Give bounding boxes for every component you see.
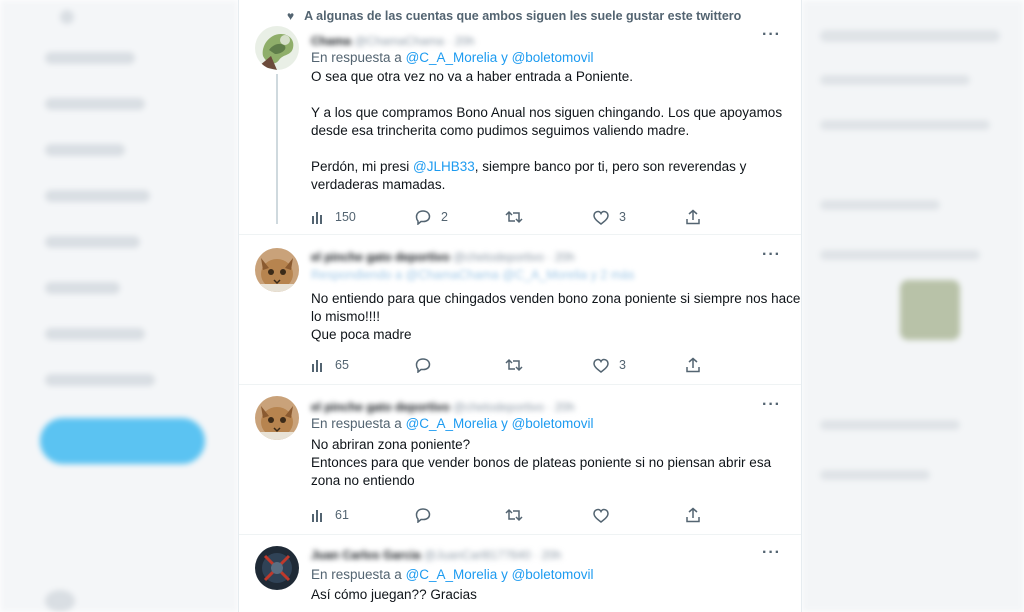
display-name[interactable]: Juan Carlos Garcia — [311, 548, 420, 562]
like-button[interactable]: 3 — [593, 208, 626, 226]
tweet-text: No abriran zona poniente? Entonces para … — [311, 436, 791, 490]
views-button[interactable]: 61 — [311, 506, 349, 524]
display-name[interactable]: el pinche gato deportivo — [311, 400, 450, 414]
reply-to-link[interactable]: @C_A_Morelia y @boletomovil — [406, 567, 594, 582]
more-icon[interactable]: ··· — [762, 396, 781, 414]
like-count: 3 — [619, 358, 626, 372]
tweet-text: Así cómo juegan?? Gracias — [311, 586, 791, 604]
like-icon — [593, 210, 609, 225]
like-button[interactable]: 3 — [593, 356, 626, 374]
tweet[interactable]: Chama @ChamaChama · 20h ··· En respuesta… — [239, 0, 801, 246]
retweet-icon — [505, 210, 523, 224]
mention-link[interactable]: @JLHB33 — [413, 159, 475, 174]
reply-count: 2 — [441, 210, 448, 224]
tweet-header[interactable]: el pinche gato deportivo @chetodeportivo… — [311, 400, 575, 414]
share-icon — [686, 209, 700, 225]
views-count: 150 — [335, 210, 356, 224]
text-fragment: Perdón, mi presi — [311, 159, 414, 174]
action-bar: 150 2 3 — [311, 208, 711, 226]
views-count: 61 — [335, 508, 349, 522]
views-icon — [312, 360, 322, 372]
tweet-line: No entiendo para que chingados venden bo… — [311, 291, 802, 324]
reply-button[interactable]: 2 — [415, 208, 448, 226]
reply-icon — [415, 358, 431, 373]
left-sidebar-blurred — [0, 0, 238, 612]
reply-line: Respondiendo a @ChamaChama @C_A_Morelia … — [311, 268, 635, 282]
handle[interactable]: @ChamaChama · 20h — [354, 34, 474, 48]
reply-prefix: En respuesta a — [311, 50, 402, 65]
views-count: 65 — [335, 358, 349, 372]
reply-button[interactable] — [415, 356, 441, 374]
tweet-text: No entiendo para que chingados venden bo… — [311, 290, 802, 344]
more-icon[interactable]: ··· — [762, 26, 781, 44]
retweet-icon — [505, 508, 523, 522]
action-bar: 61 — [311, 506, 711, 524]
retweet-button[interactable] — [505, 208, 533, 226]
views-button[interactable]: 150 — [311, 208, 356, 226]
share-icon — [686, 507, 700, 523]
tweet-header[interactable]: Juan Carlos Garcia @JuanCarl8177640 · 20… — [311, 548, 561, 562]
avatar[interactable] — [255, 396, 299, 440]
tweet-header[interactable]: el pinche gato deportivo @chetodeportivo… — [311, 250, 575, 264]
reply-to-link[interactable]: @C_A_Morelia y @boletomovil — [406, 50, 594, 65]
avatar[interactable] — [255, 26, 299, 70]
thread-line — [276, 74, 278, 224]
views-button[interactable]: 65 — [311, 356, 349, 374]
retweet-button[interactable] — [505, 506, 533, 524]
like-icon — [593, 358, 609, 373]
handle[interactable]: @chetodeportivo · 20h — [453, 250, 575, 264]
tweet-line: O sea que otra vez no va a haber entrada… — [311, 69, 633, 84]
views-icon — [312, 510, 322, 522]
reply-prefix: En respuesta a — [311, 567, 402, 582]
retweet-icon — [505, 358, 523, 372]
tweet-line: Perdón, mi presi @JLHB33, siempre banco … — [311, 158, 791, 194]
reply-icon — [415, 210, 431, 225]
like-count: 3 — [619, 210, 626, 224]
tweet[interactable]: el pinche gato deportivo @chetodeportivo… — [239, 234, 802, 384]
reply-to-link[interactable]: @C_A_Morelia y @boletomovil — [406, 416, 594, 431]
like-button[interactable] — [593, 506, 619, 524]
avatar[interactable] — [255, 248, 299, 292]
tweet[interactable]: Juan Carlos Garcia @JuanCarl8177640 · 20… — [239, 534, 801, 612]
share-button[interactable] — [686, 208, 700, 226]
tweet-feed: ♥ A algunas de las cuentas que ambos sig… — [238, 0, 802, 612]
more-icon[interactable]: ··· — [762, 544, 781, 562]
reply-icon — [415, 508, 431, 523]
retweet-button[interactable] — [505, 356, 533, 374]
tweet-line: Que poca madre — [311, 327, 412, 342]
more-icon[interactable]: ··· — [762, 246, 781, 264]
tweet-header[interactable]: Chama @ChamaChama · 20h — [311, 34, 475, 48]
display-name[interactable]: el pinche gato deportivo — [311, 250, 450, 264]
reply-context: Respondiendo a @ChamaChama @C_A_Morelia … — [311, 268, 634, 282]
tweet-line: No abriran zona poniente? — [311, 437, 471, 452]
action-bar: 65 3 — [311, 356, 711, 374]
tweet-line: Así cómo juegan?? Gracias — [311, 587, 477, 602]
handle[interactable]: @JuanCarl8177640 · 20h — [424, 548, 562, 562]
display-name[interactable]: Chama — [311, 34, 351, 48]
share-icon — [686, 357, 700, 373]
views-icon — [312, 212, 322, 224]
reply-button[interactable] — [415, 506, 441, 524]
handle[interactable]: @chetodeportivo · 20h — [453, 400, 575, 414]
reply-context: En respuesta a @C_A_Morelia y @boletomov… — [311, 416, 594, 431]
avatar[interactable] — [255, 546, 299, 590]
reply-context: En respuesta a @C_A_Morelia y @boletomov… — [311, 567, 594, 582]
tweet-line: Entonces para que vender bonos de platea… — [311, 455, 772, 488]
reply-context: En respuesta a @C_A_Morelia y @boletomov… — [311, 50, 594, 65]
tweet-line: Y a los que compramos Bono Anual nos sig… — [311, 105, 783, 138]
right-sidebar-blurred — [802, 0, 1024, 612]
share-button[interactable] — [686, 356, 700, 374]
reply-prefix: En respuesta a — [311, 416, 402, 431]
share-button[interactable] — [686, 506, 700, 524]
like-icon — [593, 508, 609, 523]
tweet-text: O sea que otra vez no va a haber entrada… — [311, 68, 791, 194]
tweet[interactable]: el pinche gato deportivo @chetodeportivo… — [239, 384, 801, 534]
